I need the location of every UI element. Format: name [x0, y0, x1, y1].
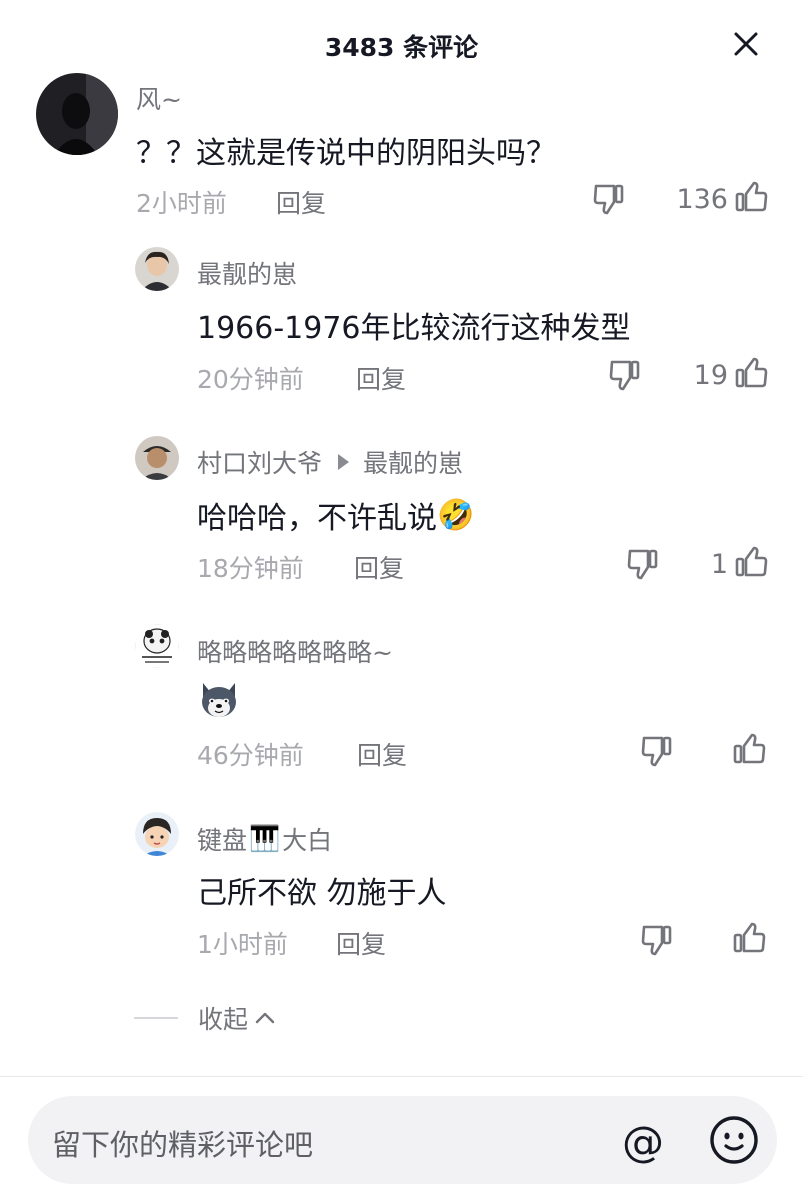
reply-to-name[interactable]: 最靓的崽: [363, 444, 463, 480]
avatar[interactable]: [135, 812, 179, 856]
dislike-icon[interactable]: [640, 734, 674, 768]
comment-time: 20分钟前: [197, 365, 304, 394]
like-count: 136: [676, 184, 728, 215]
like-count: 19: [693, 360, 728, 391]
piano-emoji-icon: 🎹: [249, 824, 281, 853]
comment-author[interactable]: 风~: [136, 80, 182, 116]
at-icon[interactable]: @: [618, 1116, 668, 1166]
laughing-emoji-icon: 🤣: [437, 497, 475, 533]
like-icon[interactable]: [734, 545, 768, 579]
comment-time: 2小时前: [136, 189, 227, 218]
comment-input[interactable]: 留下你的精彩评论吧 @: [28, 1096, 777, 1184]
comment-author[interactable]: 略略略略略略略~: [197, 633, 393, 669]
emoji-icon[interactable]: [708, 1114, 760, 1166]
reply-button[interactable]: 回复: [356, 360, 406, 396]
comment-text[interactable]: 1966-1976年比较流行这种发型: [197, 303, 631, 347]
author-name-part2[interactable]: 大白: [282, 821, 332, 857]
comment-text[interactable]: 己所不欲 勿施于人: [197, 868, 447, 912]
comment-author[interactable]: 键盘 🎹 大白: [197, 821, 332, 857]
divider: [0, 1076, 803, 1077]
avatar[interactable]: [36, 73, 118, 155]
avatar[interactable]: [135, 436, 179, 480]
like-icon[interactable]: [734, 356, 768, 390]
comment-input-placeholder: 留下你的精彩评论吧: [52, 1128, 314, 1162]
dislike-icon[interactable]: [608, 358, 642, 392]
collapse-replies-button[interactable]: 收起: [134, 998, 278, 1038]
dislike-icon[interactable]: [592, 182, 626, 216]
avatar[interactable]: [135, 247, 179, 291]
reply-button[interactable]: 回复: [357, 736, 407, 772]
reply-arrow-icon: [338, 454, 350, 470]
close-button[interactable]: [728, 26, 764, 62]
comments-header: 3483 条评论: [0, 0, 803, 90]
avatar[interactable]: [135, 624, 179, 668]
collapse-label: 收起: [198, 1005, 249, 1034]
comment-time: 1小时前: [197, 930, 288, 959]
dislike-icon[interactable]: [640, 923, 674, 957]
collapse-divider: [134, 1017, 178, 1019]
like-icon[interactable]: [732, 921, 766, 955]
dog-face-sticker[interactable]: [197, 677, 241, 721]
reply-button[interactable]: 回复: [276, 184, 326, 220]
reply-button[interactable]: 回复: [336, 925, 386, 961]
comment-count-title: 3483 条评论: [324, 33, 479, 62]
comment-author[interactable]: 村口刘大爷 最靓的崽: [197, 444, 463, 480]
like-count: 1: [710, 549, 728, 580]
comment-time: 46分钟前: [197, 741, 304, 770]
comment-text[interactable]: ？？这就是传说中的阴阳头吗？: [136, 128, 556, 172]
like-icon[interactable]: [734, 180, 768, 214]
dislike-icon[interactable]: [626, 547, 660, 581]
reply-button[interactable]: 回复: [354, 549, 404, 585]
comment-text[interactable]: 哈哈哈，不许乱说 🤣: [197, 493, 474, 537]
author-name[interactable]: 村口刘大爷: [197, 444, 322, 480]
like-icon[interactable]: [732, 732, 766, 766]
author-name-part1[interactable]: 键盘: [197, 821, 247, 857]
close-icon: [734, 32, 758, 56]
comment-author[interactable]: 最靓的崽: [197, 255, 297, 291]
comment-time: 18分钟前: [197, 554, 304, 583]
chevron-up-icon: [255, 1012, 275, 1024]
comment-text-body: 哈哈哈，不许乱说: [197, 501, 437, 536]
